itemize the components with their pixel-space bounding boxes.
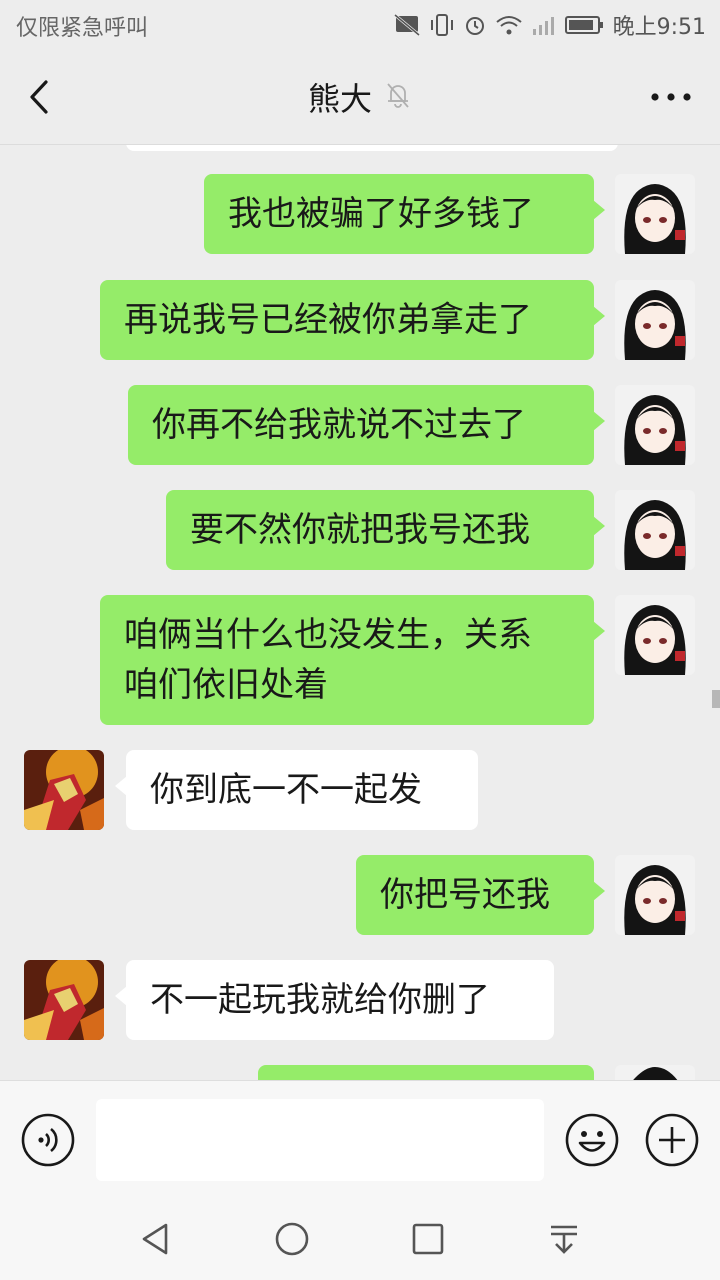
- my-message-bubble[interactable]: 咱俩当什么也没发生，关系 咱们依旧处着: [100, 595, 605, 725]
- home-circle-icon: [275, 1222, 309, 1256]
- my-avatar[interactable]: [615, 174, 695, 254]
- nav-recents-button[interactable]: [408, 1219, 448, 1259]
- wifi-icon: [495, 13, 523, 37]
- scrollbar-thumb[interactable]: [712, 690, 720, 708]
- notification-pull-icon: [551, 1225, 577, 1254]
- contact-avatar[interactable]: [24, 750, 104, 830]
- chat-header: 熊大: [0, 50, 720, 145]
- plus-icon: [645, 1113, 699, 1167]
- nav-home-button[interactable]: [272, 1219, 312, 1259]
- contact-message-bubble[interactable]: 不一起玩我就给你删了: [115, 960, 554, 1040]
- recents-square-icon: [412, 1223, 444, 1255]
- signal-icon: [531, 13, 557, 37]
- message-input[interactable]: [96, 1099, 544, 1181]
- voice-button[interactable]: [20, 1112, 76, 1168]
- status-bar: 仅限紧急呼叫 晚上9:51: [0, 0, 720, 50]
- back-button[interactable]: [18, 74, 64, 120]
- carrier-text: 仅限紧急呼叫: [16, 16, 149, 41]
- system-nav-bar: [0, 1198, 720, 1280]
- message-text: 要不然你就把我号还我: [190, 510, 530, 550]
- my-message-bubble[interactable]: 再说我号已经被你弟拿走了: [100, 280, 605, 360]
- my-avatar[interactable]: [615, 280, 695, 360]
- message-text: 你把号还我: [380, 875, 550, 915]
- emoji-icon: [565, 1113, 619, 1167]
- my-message-bubble[interactable]: 你把号还我: [356, 855, 605, 935]
- my-message-bubble[interactable]: 你再不给我就说不过去了: [128, 385, 605, 465]
- voice-icon: [21, 1113, 75, 1167]
- my-message-bubble[interactable]: 我也被骗了好多钱了: [204, 174, 605, 254]
- contact-avatar[interactable]: [24, 960, 104, 1040]
- battery-icon: [564, 14, 605, 36]
- message-text: 不一起玩我就给你删了: [150, 980, 490, 1020]
- alarm-icon: [463, 13, 487, 37]
- my-avatar[interactable]: [615, 855, 695, 935]
- partial-message-bubble: [126, 145, 618, 151]
- vibrate-icon: [429, 13, 455, 37]
- no-sim-icon: [393, 13, 421, 37]
- back-triangle-icon: [142, 1223, 168, 1255]
- partial-message-bubble: [258, 1065, 594, 1080]
- my-avatar[interactable]: [615, 595, 695, 675]
- bell-muted-icon: [384, 80, 412, 114]
- partial-avatar: [615, 1065, 695, 1080]
- message-text-line: 咱俩当什么也没发生，关系: [124, 615, 532, 655]
- chat-message-list[interactable]: 我也被骗了好多钱了 再说我号已经被你弟拿走了 你再不给我就说不过去了 要不然你就…: [0, 145, 720, 1080]
- clock-time: 晚上9:51: [612, 15, 706, 40]
- contact-message-bubble[interactable]: 你到底一不一起发: [115, 750, 478, 830]
- emoji-button[interactable]: [564, 1112, 620, 1168]
- message-text: 再说我号已经被你弟拿走了: [124, 300, 532, 340]
- my-message-bubble[interactable]: 要不然你就把我号还我: [166, 490, 605, 570]
- message-text: 你到底一不一起发: [150, 770, 422, 810]
- my-avatar[interactable]: [615, 385, 695, 465]
- message-text: 我也被骗了好多钱了: [228, 194, 534, 234]
- my-avatar[interactable]: [615, 490, 695, 570]
- chat-title: 熊大: [307, 80, 372, 118]
- more-button[interactable]: [648, 80, 694, 114]
- status-icons: 晚上9:51: [393, 8, 706, 42]
- nav-back-button[interactable]: [136, 1219, 176, 1259]
- message-text-line: 咱们依旧处着: [124, 665, 328, 705]
- plus-button[interactable]: [644, 1112, 700, 1168]
- message-text: 你再不给我就说不过去了: [152, 405, 526, 445]
- input-bar: [0, 1080, 720, 1199]
- nav-notification-button[interactable]: [544, 1219, 584, 1259]
- more-dots-icon: [651, 93, 691, 101]
- back-arrow-icon: [30, 80, 48, 114]
